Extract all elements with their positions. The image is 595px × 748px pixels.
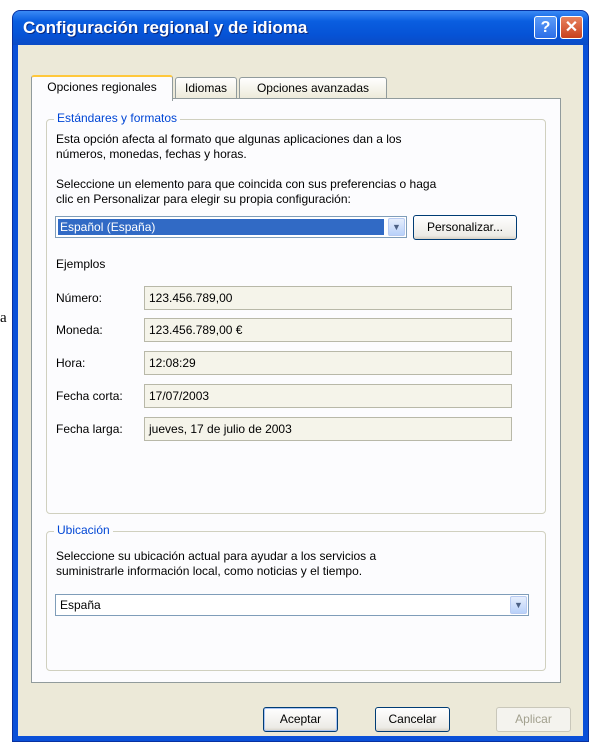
location-description-line2: suministrarle información local, como no… <box>56 564 363 578</box>
example-value-short-date: 17/07/2003 <box>144 384 512 408</box>
window-title: Configuración regional y de idioma <box>23 18 308 37</box>
stray-text: a <box>0 310 7 326</box>
standards-instruction-line2: clic en Personalizar para elegir su prop… <box>56 192 351 206</box>
example-label-number: Número: <box>56 291 103 305</box>
example-value-currency: 123.456.789,00 € <box>144 318 512 342</box>
example-label-time: Hora: <box>56 356 86 370</box>
examples-title: Ejemplos <box>56 257 106 271</box>
apply-button[interactable]: Aplicar <box>496 707 571 732</box>
location-select-value: España <box>60 598 101 612</box>
example-value-long-date: jueves, 17 de julio de 2003 <box>144 417 512 441</box>
location-select[interactable]: España ▼ <box>55 594 529 616</box>
tab-languages[interactable]: Idiomas <box>175 77 237 99</box>
tab-advanced-options[interactable]: Opciones avanzadas <box>239 77 387 99</box>
dialog-body: Opciones regionales Idiomas Opciones ava… <box>18 45 583 736</box>
chevron-down-icon[interactable]: ▼ <box>510 596 527 614</box>
chevron-down-icon[interactable]: ▼ <box>388 218 405 236</box>
ok-button[interactable]: Aceptar <box>263 707 338 732</box>
location-group-title: Ubicación <box>54 523 113 537</box>
location-group: Ubicación Seleccione su ubicación actual… <box>46 523 546 671</box>
locale-select-value: Español (España) <box>58 219 384 235</box>
location-description-line1: Seleccione su ubicación actual para ayud… <box>56 549 377 563</box>
help-button[interactable]: ? <box>534 16 557 39</box>
example-value-time: 12:08:29 <box>144 351 512 375</box>
locale-select[interactable]: Español (España) ▼ <box>55 216 407 238</box>
tab-regional-options[interactable]: Opciones regionales <box>31 75 173 101</box>
close-button[interactable]: ✕ <box>560 16 583 39</box>
standards-description-line1: Esta opción afecta al formato que alguna… <box>56 132 402 146</box>
customize-button[interactable]: Personalizar... <box>413 215 517 240</box>
standards-group-title: Estándares y formatos <box>54 111 181 125</box>
standards-group: Estándares y formatos Esta opción afecta… <box>46 111 546 514</box>
dialog-window: Configuración regional y de idioma ? ✕ O… <box>12 10 589 742</box>
example-label-long-date: Fecha larga: <box>56 422 123 436</box>
example-label-currency: Moneda: <box>56 323 103 337</box>
example-label-short-date: Fecha corta: <box>56 389 123 403</box>
standards-description-line2: números, monedas, fechas y horas. <box>56 147 247 161</box>
cancel-button[interactable]: Cancelar <box>375 707 450 732</box>
standards-instruction-line1: Seleccione un elemento para que coincida… <box>56 177 437 191</box>
tab-panel-regional: Estándares y formatos Esta opción afecta… <box>31 98 561 683</box>
example-value-number: 123.456.789,00 <box>144 286 512 310</box>
title-bar[interactable]: Configuración regional y de idioma ? ✕ <box>13 11 588 45</box>
